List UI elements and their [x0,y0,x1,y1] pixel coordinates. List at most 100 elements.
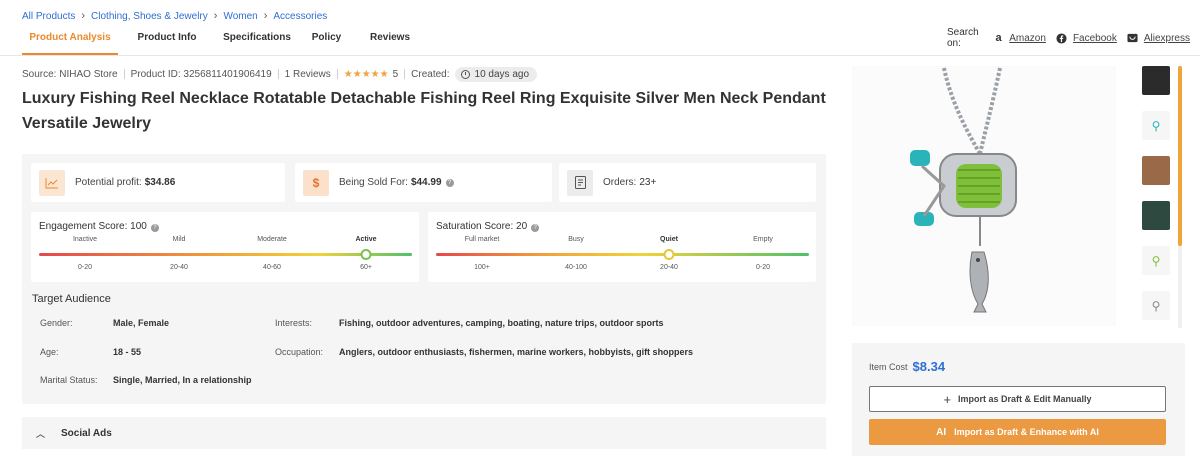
potential-profit-card: Potential profit: $34.86 [31,163,285,202]
divider [123,69,125,79]
chart-line-icon [39,169,65,196]
import-draft-button[interactable]: + Import as Draft & Edit Manually [869,386,1166,412]
necklace-image [910,67,1017,313]
tab-product-analysis[interactable]: Product Analysis [22,25,118,55]
marital-status-value: Single, Married, In a relationship [113,375,252,385]
thumbnail-scrollbar[interactable] [1178,66,1182,328]
thumbnail-3[interactable] [1142,156,1170,185]
occupation-value: Anglers, outdoor enthusiasts, fishermen,… [339,347,694,357]
import-draft-label: Import as Draft & Edit Manually [958,394,1092,404]
interests-value: Fishing, outdoor adventures, camping, bo… [339,318,664,328]
sold-for-card: $ Being Sold For: $44.99 ? [295,163,552,202]
marital-status-label: Marital Status: [40,375,98,385]
saturation-score-bar [436,253,809,256]
gender-value: Male, Female [113,318,170,328]
thumbnail-2[interactable]: ⚲ [1142,111,1170,140]
interests-label: Interests: [275,318,313,328]
search-facebook-link[interactable]: Facebook [1073,33,1117,44]
engagement-level-inactive: Inactive [72,236,98,243]
saturation-score-text: Saturation Score: 20 [436,221,528,232]
profit-label: Potential profit: [75,177,142,188]
profit-value: $34.86 [144,177,176,188]
sold-label: Being Sold For: [339,177,408,188]
product-meta: Source: NIHAO Store Product ID: 32568114… [22,66,538,82]
pendant-icon: ⚲ [1151,298,1161,313]
tab-bar: Product Analysis Product Info Specificat… [22,25,425,55]
rating-stars-icon: ★★★★★ [343,68,389,80]
saturation-level-busy: Busy [568,236,584,243]
social-ads-section[interactable]: ︿ Social Ads [22,417,826,449]
import-ai-label: Import as Draft & Enhance with AI [954,427,1099,437]
pendant-icon: ⚲ [1151,253,1161,268]
search-on-label: Search on: [947,27,979,49]
source-store: Source: NIHAO Store [22,68,118,80]
search-amazon-link[interactable]: Amazon [1009,33,1046,44]
created-value: 10 days ago [474,68,530,80]
breadcrumb-women[interactable]: Women [223,11,257,22]
thumbnail-strip: ⚲ ⚲ ⚲ [1142,66,1174,336]
thumbnail-4[interactable] [1142,201,1170,230]
occupation-label: Occupation: [275,347,324,357]
analysis-panel: Potential profit: $34.86 $ Being Sold Fo… [22,154,826,404]
aliexpress-icon [1127,32,1138,44]
engagement-level-moderate: Moderate [257,236,287,243]
plus-icon: + [943,391,952,407]
dollar-icon: $ [303,169,329,196]
item-cost-value: $8.34 [912,359,946,374]
tab-specifications[interactable]: Specifications [216,25,298,55]
chevron-right-icon: › [213,10,218,22]
breadcrumb-all-products[interactable]: All Products [22,11,75,22]
created-badge: 10 days ago [454,66,538,82]
age-label: Age: [40,347,59,357]
help-icon[interactable]: ? [445,178,454,187]
created-label: Created: [411,68,450,80]
saturation-range-full-market: 100+ [474,264,490,271]
divider [277,69,279,79]
product-title: Luxury Fishing Reel Necklace Rotatable D… [22,90,826,132]
header-divider [0,55,1200,56]
engagement-range-inactive: 0-20 [77,264,93,271]
search-aliexpress-link[interactable]: Aliexpress [1144,33,1190,44]
reviews-count[interactable]: 1 Reviews [285,69,331,80]
breadcrumb-category[interactable]: Clothing, Shoes & Jewelry [91,11,208,22]
divider [404,69,406,79]
pendant-icon: ⚲ [1151,118,1161,133]
saturation-score-marker [663,249,675,260]
product-id: Product ID: 3256811401906419 [130,68,272,80]
breadcrumb-accessories[interactable]: Accessories [273,11,327,22]
chevron-up-icon[interactable]: ︿ [36,427,45,440]
saturation-score-title: Saturation Score: 20? [436,221,540,232]
sold-value: $44.99 [410,177,442,188]
thumbnail-5[interactable]: ⚲ [1142,246,1170,275]
chevron-right-icon: › [263,10,268,22]
saturation-range-quiet: 20-40 [660,264,678,271]
engagement-level-active: Active [355,236,377,243]
tab-policy[interactable]: Policy [298,25,355,55]
clock-icon [460,69,470,79]
scrollbar-thumb[interactable] [1178,66,1182,246]
receipt-icon [567,169,593,196]
ai-icon: AI [936,426,947,438]
thumbnail-6[interactable]: ⚲ [1142,291,1170,320]
engagement-range-moderate: 40-60 [263,264,281,271]
social-ads-title: Social Ads [61,427,112,439]
import-ai-button[interactable]: AI Import as Draft & Enhance with AI [869,419,1166,445]
gender-label: Gender: [40,318,73,328]
tab-product-info[interactable]: Product Info [118,25,216,55]
divider [336,69,338,79]
help-icon[interactable]: ? [150,224,159,232]
engagement-range-active: 60+ [360,264,372,271]
product-main-image[interactable] [852,66,1116,326]
tab-reviews[interactable]: Reviews [355,25,425,55]
help-icon[interactable]: ? [531,224,540,232]
search-on-bar: Search on: a Amazon Facebook Aliexpress [947,27,1200,49]
engagement-level-mild: Mild [172,236,186,243]
facebook-icon [1056,32,1067,44]
thumbnail-1[interactable] [1142,66,1170,95]
orders-value: 23+ [639,177,657,188]
breadcrumb: All Products › Clothing, Shoes & Jewelry… [22,9,327,23]
saturation-range-busy: 40-100 [565,264,587,271]
saturation-level-empty: Empty [753,236,773,243]
item-cost-label: Item Cost [869,361,908,372]
engagement-score-title: Engagement Score: 100? [39,221,159,232]
